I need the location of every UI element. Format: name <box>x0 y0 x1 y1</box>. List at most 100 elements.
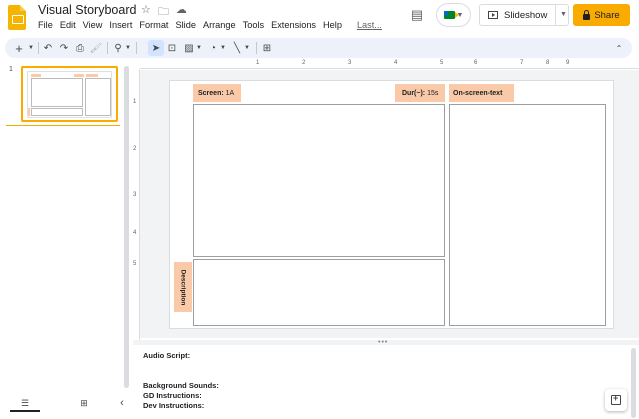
grid-view-icon[interactable]: ⊞ <box>77 397 91 409</box>
image-chevron-icon[interactable]: ▼ <box>195 40 203 56</box>
thumbnail-box <box>85 78 111 116</box>
onscreen-text-box[interactable] <box>449 104 606 326</box>
ruler-mark: 2 <box>133 146 137 152</box>
thumbnail-box <box>31 108 83 116</box>
ruler-mark: 1 <box>133 99 137 105</box>
meet-button[interactable]: ▼ <box>436 3 471 27</box>
screen-value: 1A <box>225 89 235 97</box>
description-box[interactable] <box>193 259 445 326</box>
new-slide-layout-chevron-icon[interactable]: ▼ <box>27 40 35 56</box>
ruler-mark: 2 <box>302 60 306 66</box>
toolbar-divider <box>136 42 137 54</box>
slide-canvas[interactable]: Screen: 1A Dur(~): 15s On-screen-text De… <box>140 70 639 338</box>
paint-format-icon[interactable]: 🖌 <box>89 40 103 56</box>
menu-bar: File Edit View Insert Format Slide Arran… <box>38 20 382 30</box>
speaker-notes[interactable]: Audio Script: Background Sounds: GD Inst… <box>133 345 639 419</box>
text-box-icon[interactable]: ⊡ <box>165 40 179 56</box>
screen-label-text: Screen: <box>198 89 224 97</box>
shape-icon[interactable]: ◔ <box>206 40 220 56</box>
explore-button[interactable] <box>605 389 627 411</box>
line-chevron-icon[interactable]: ▼ <box>243 40 251 56</box>
duration-value: 15s <box>427 89 439 97</box>
ruler-mark: 5 <box>440 60 444 66</box>
menu-insert[interactable]: Insert <box>109 20 132 30</box>
menu-help[interactable]: Help <box>323 20 342 30</box>
description-label[interactable]: Description <box>174 262 192 312</box>
onscreen-text-label[interactable]: On-screen-text <box>449 84 514 102</box>
selected-indicator <box>6 125 120 126</box>
slide[interactable]: Screen: 1A Dur(~): 15s On-screen-text De… <box>170 81 613 328</box>
insert-image-icon[interactable]: ▨ <box>182 40 196 56</box>
collapse-panel-chevron-icon[interactable]: ‹ <box>115 397 129 409</box>
app-header: Visual Storyboard ☆ 🗀 ☁ File Edit View I… <box>0 0 639 36</box>
thumbnail-preview <box>27 71 112 118</box>
ruler-mark: 3 <box>133 192 137 198</box>
toolbar-divider <box>107 42 108 54</box>
menu-slide[interactable]: Slide <box>176 20 196 30</box>
ruler-mark: 9 <box>566 60 570 66</box>
zoom-icon[interactable]: ⚲ <box>111 40 125 56</box>
thumbnail-label <box>31 74 41 77</box>
duration-label-text: Dur(~): <box>402 89 426 97</box>
filmstrip-scrollbar[interactable] <box>124 66 129 388</box>
select-cursor-icon[interactable]: ➤ <box>148 40 164 56</box>
ruler-mark: 7 <box>520 60 524 66</box>
collapse-toolbar-chevron-icon[interactable]: ⌃ <box>612 40 626 56</box>
toolbar-divider <box>256 42 257 54</box>
vertical-ruler: 1 2 3 4 5 <box>132 69 140 345</box>
dev-instructions-note: Dev Instructions: <box>143 401 205 410</box>
horizontal-ruler: 1 2 3 4 5 6 7 8 9 <box>140 60 639 69</box>
line-icon[interactable]: ╲ <box>230 40 244 56</box>
shape-chevron-icon[interactable]: ▼ <box>219 40 227 56</box>
thumbnail-label <box>28 108 30 116</box>
toolbar-divider <box>38 42 39 54</box>
thumbnail-label <box>86 74 98 77</box>
redo-icon[interactable]: ↷ <box>57 40 71 56</box>
ruler-mark: 8 <box>546 60 550 66</box>
menu-edit[interactable]: Edit <box>60 20 76 30</box>
ruler-mark: 1 <box>256 60 260 66</box>
menu-format[interactable]: Format <box>139 20 168 30</box>
divider <box>555 5 556 25</box>
ruler-mark: 3 <box>348 60 352 66</box>
ruler-mark: 5 <box>133 261 137 267</box>
thumbnail-box <box>31 78 83 107</box>
description-label-text: Description <box>179 269 187 305</box>
menu-arrange[interactable]: Arrange <box>203 20 236 30</box>
menu-extensions[interactable]: Extensions <box>271 20 316 30</box>
slide-thumbnail[interactable] <box>21 66 118 122</box>
menu-file[interactable]: File <box>38 20 53 30</box>
comment-history-icon[interactable]: ▤ <box>408 7 426 25</box>
present-icon <box>488 11 498 19</box>
menu-tools[interactable]: Tools <box>243 20 264 30</box>
background-sounds-note: Background Sounds: <box>143 381 219 390</box>
lock-icon <box>583 9 591 20</box>
share-label: Share <box>594 9 620 21</box>
add-comment-icon[interactable]: ⊞ <box>260 40 274 56</box>
undo-icon[interactable]: ↶ <box>41 40 55 56</box>
menu-view[interactable]: View <box>83 20 103 30</box>
share-button[interactable]: Share <box>573 4 630 26</box>
new-slide-button[interactable]: + <box>10 40 28 56</box>
ruler-mark: 4 <box>394 60 398 66</box>
meet-icon <box>443 11 459 19</box>
slideshow-button[interactable]: Slideshow ▼ <box>479 4 569 26</box>
screen-label[interactable]: Screen: 1A <box>193 84 241 102</box>
print-icon[interactable]: ⎙ <box>73 40 87 56</box>
filmstrip-view-icon[interactable]: ☰ <box>10 397 40 412</box>
ruler-mark: 6 <box>474 60 478 66</box>
slideshow-options-chevron-icon[interactable]: ▼ <box>560 11 567 18</box>
duration-label[interactable]: Dur(~): 15s <box>395 84 445 102</box>
notes-scrollbar[interactable] <box>631 348 636 418</box>
zoom-chevron-icon[interactable]: ▼ <box>124 40 132 56</box>
screen-visual-box[interactable] <box>193 104 445 257</box>
slide-number: 1 <box>9 66 13 73</box>
toolbar: + ▼ ↶ ↷ ⎙ 🖌 ⚲ ▼ ➤ ⊡ ▨ ▼ ◔ ▼ ╲ ▼ ⊞ ⌃ <box>5 38 632 58</box>
ruler-mark: 4 <box>133 230 137 236</box>
slideshow-label: Slideshow <box>504 9 548 21</box>
slides-logo-icon[interactable] <box>8 5 26 30</box>
filmstrip: 1 <box>0 62 132 391</box>
last-edit-link[interactable]: Last... <box>357 20 382 30</box>
document-title[interactable]: Visual Storyboard <box>38 3 136 17</box>
filmstrip-footer: ☰ ⊞ ‹ <box>0 391 132 419</box>
